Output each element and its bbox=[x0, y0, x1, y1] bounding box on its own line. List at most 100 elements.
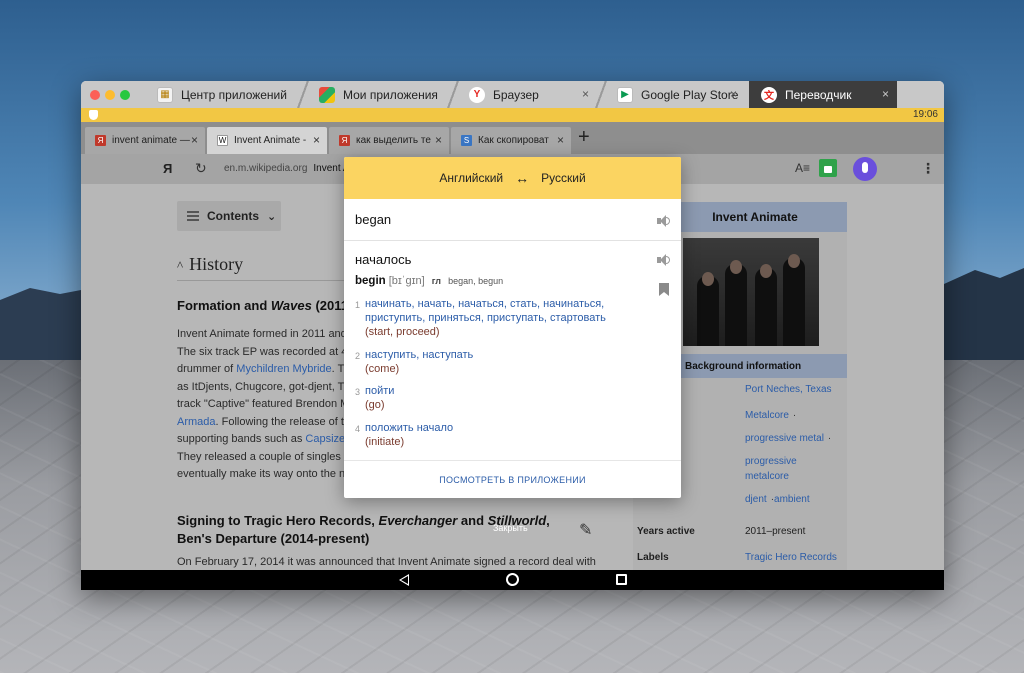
genre-link[interactable]: progressive metal · bbox=[745, 433, 831, 444]
minimize-window-button[interactable] bbox=[105, 90, 115, 100]
language-selector: Английский ↔ Русский bbox=[344, 157, 681, 199]
dictionary-headword: begin [bɪˈgɪn] гл began, begun bbox=[355, 275, 504, 287]
menu-dots-icon[interactable]: ⋮ bbox=[921, 160, 935, 177]
home-icon[interactable] bbox=[506, 573, 519, 586]
section-history-heading[interactable]: ^ History bbox=[177, 254, 243, 275]
bookmark-icon[interactable] bbox=[659, 283, 669, 296]
query-text[interactable]: began bbox=[355, 212, 391, 227]
history-paragraph: Invent Animate formed in 2011 and The si… bbox=[177, 328, 347, 480]
browser-tab[interactable]: Я invent animate — × bbox=[85, 127, 205, 154]
sense-gloss: (initiate) bbox=[365, 436, 405, 448]
chevron-down-icon: ⌄ bbox=[267, 210, 277, 223]
target-language[interactable]: Русский bbox=[541, 171, 586, 185]
divider bbox=[344, 240, 681, 241]
reader-mode-icon[interactable]: A≡ bbox=[795, 161, 810, 175]
app-tab-label: Переводчик bbox=[785, 87, 852, 102]
band-photo[interactable] bbox=[683, 238, 819, 346]
link-mychildren-mybride[interactable]: Mychildren Mybride bbox=[236, 363, 331, 375]
close-tab-icon[interactable]: × bbox=[191, 133, 198, 147]
play-store-icon: ▶ bbox=[617, 86, 633, 103]
refresh-icon[interactable]: ↻ bbox=[195, 160, 207, 177]
close-window-button[interactable] bbox=[90, 90, 100, 100]
browser-tab-label: Как скопироват bbox=[478, 135, 549, 146]
genre-link[interactable]: metalcore bbox=[745, 471, 789, 482]
lock-icon[interactable] bbox=[819, 159, 837, 177]
edit-pencil-icon[interactable]: ✎ bbox=[579, 520, 592, 540]
formation-heading: Formation and Waves (2011– bbox=[177, 298, 356, 313]
url-domain: en.m.wikipedia.org bbox=[224, 163, 308, 174]
close-tab-icon[interactable]: × bbox=[313, 133, 320, 147]
link-capsize[interactable]: Capsize bbox=[305, 433, 345, 445]
app-center-icon: ▦ bbox=[157, 86, 173, 103]
browser-tab[interactable]: S Как скопироват × bbox=[451, 127, 571, 154]
app-tab-label: Браузер bbox=[493, 87, 539, 102]
app-tab-play-store[interactable]: ▶ Google Play Store × bbox=[605, 81, 745, 108]
close-tab-icon[interactable]: × bbox=[582, 87, 589, 101]
sense-synonyms[interactable]: положить начало bbox=[365, 421, 453, 435]
microphone-icon[interactable] bbox=[853, 157, 877, 181]
app-tab-my-apps[interactable]: Мои приложения bbox=[307, 81, 452, 108]
sense-synonyms[interactable]: наступить, наступать bbox=[365, 348, 473, 362]
close-hint[interactable]: Закрыть bbox=[493, 523, 528, 533]
window-titlebar: ▦ Центр приложений Мои приложения Y Брау… bbox=[81, 81, 944, 108]
sense-synonyms[interactable]: пойти bbox=[365, 384, 394, 398]
browser-tab-label: Invent Animate - bbox=[234, 135, 307, 146]
yandex-favicon-icon: Я bbox=[95, 135, 106, 146]
status-clock: 19:06 bbox=[912, 109, 938, 120]
close-tab-icon[interactable]: × bbox=[730, 87, 737, 101]
swap-languages-icon[interactable]: ↔ bbox=[515, 170, 529, 186]
app-tab-browser[interactable]: Y Браузер × bbox=[457, 81, 597, 108]
chevron-up-icon: ^ bbox=[177, 258, 184, 273]
url-field[interactable]: en.m.wikipedia.org Invent A bbox=[224, 163, 350, 174]
close-tab-icon[interactable]: × bbox=[882, 87, 889, 101]
app-tab-label: Центр приложений bbox=[181, 87, 287, 102]
shield-icon bbox=[89, 110, 98, 120]
genre-link[interactable]: Metalcore · bbox=[745, 410, 796, 421]
open-in-app-button[interactable]: ПОСМОТРЕТЬ В ПРИЛОЖЕНИИ bbox=[344, 475, 681, 485]
my-apps-icon bbox=[319, 86, 335, 103]
close-tab-icon[interactable]: × bbox=[435, 133, 442, 147]
browser-tab[interactable]: Я как выделить те × bbox=[329, 127, 449, 154]
label-link[interactable]: Tragic Hero Records bbox=[745, 552, 837, 563]
android-status-bar: 19:06 bbox=[81, 108, 944, 122]
close-tab-icon[interactable]: × bbox=[557, 133, 564, 147]
sense-gloss: (come) bbox=[365, 363, 400, 375]
browser-tab-label: как выделить те bbox=[356, 135, 431, 146]
genre-link[interactable]: progressive bbox=[745, 456, 797, 467]
sense-synonyms[interactable]: начинать, начать, начаться, стать, начин… bbox=[365, 297, 604, 311]
app-tab-label: Google Play Store bbox=[641, 87, 739, 102]
translator-popup: Английский ↔ Русский began началось begi… bbox=[344, 157, 681, 498]
contents-button[interactable]: Contents ⌄ bbox=[177, 201, 281, 231]
paragraph-text: On February 17, 2014 it was announced th… bbox=[177, 556, 596, 568]
main-translation: началось bbox=[355, 252, 412, 267]
app-tab-label: Мои приложения bbox=[343, 87, 438, 102]
contents-label: Contents bbox=[207, 209, 259, 223]
sense-synonyms[interactable]: приступить, приняться, приступать, старт… bbox=[365, 311, 606, 325]
sense-gloss: (go) bbox=[365, 399, 385, 411]
browser-tab-active[interactable]: W Invent Animate - × bbox=[207, 127, 327, 154]
back-icon[interactable] bbox=[399, 574, 409, 586]
android-nav-bar bbox=[81, 570, 944, 590]
genre-link[interactable]: djent ·ambient bbox=[745, 494, 810, 505]
yandex-logo-icon[interactable]: Я bbox=[163, 161, 172, 176]
translator-icon: 文 bbox=[761, 86, 777, 103]
origin-link[interactable]: Port Neches, Texas bbox=[745, 384, 832, 395]
browser-tab-label: invent animate — bbox=[112, 135, 190, 146]
wikipedia-favicon-icon: W bbox=[217, 135, 228, 146]
app-tab-app-center[interactable]: ▦ Центр приложений bbox=[145, 81, 297, 108]
yandex-favicon-icon: Я bbox=[339, 135, 350, 146]
speaker-icon[interactable] bbox=[657, 254, 671, 266]
sense-gloss: (start, proceed) bbox=[365, 326, 440, 338]
app-tab-translator[interactable]: 文 Переводчик × bbox=[749, 81, 897, 108]
maximize-window-button[interactable] bbox=[120, 90, 130, 100]
divider bbox=[344, 460, 681, 461]
new-tab-button[interactable]: + bbox=[578, 126, 590, 149]
yandex-browser-icon: Y bbox=[469, 86, 485, 103]
speaker-icon[interactable] bbox=[657, 215, 671, 227]
list-icon bbox=[187, 211, 199, 221]
link-armada[interactable]: Armada bbox=[177, 416, 216, 428]
site-favicon-icon: S bbox=[461, 135, 472, 146]
section-title: History bbox=[189, 254, 244, 274]
recent-apps-icon[interactable] bbox=[616, 574, 627, 585]
source-language[interactable]: Английский bbox=[439, 171, 503, 185]
